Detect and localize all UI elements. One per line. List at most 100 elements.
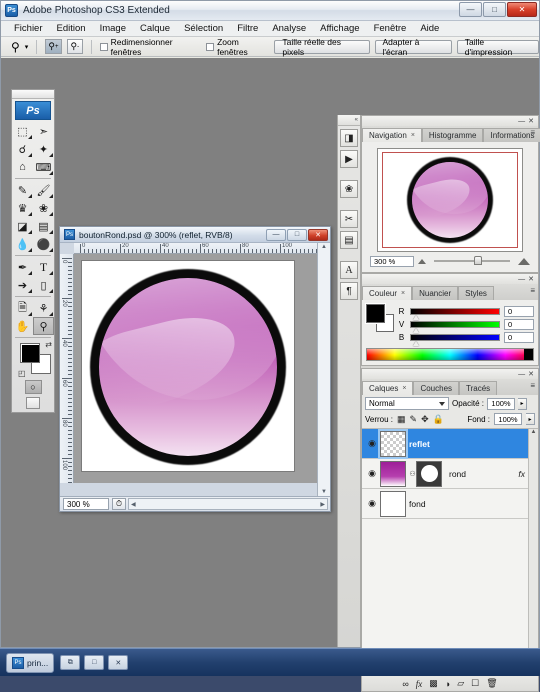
- brushes-icon[interactable]: ❀: [340, 180, 358, 198]
- color-channel-b-slider[interactable]: [410, 334, 500, 346]
- navigator-zoom-out-icon[interactable]: [418, 258, 426, 264]
- layer-visibility-icon[interactable]: ◉: [364, 438, 380, 449]
- minimize-button[interactable]: —: [459, 2, 482, 17]
- magic-wand-tool-icon[interactable]: ✦: [33, 140, 54, 158]
- document-minimize-button[interactable]: —: [266, 228, 286, 241]
- table-row[interactable]: ◉ reflet: [362, 428, 538, 459]
- menu-image[interactable]: Image: [93, 22, 133, 35]
- tab-navigation[interactable]: Navigation ×: [362, 128, 422, 142]
- link-layers-icon[interactable]: ∞: [402, 679, 408, 689]
- path-selection-tool-icon[interactable]: ➔: [12, 276, 33, 294]
- color-panel-foreground-swatch[interactable]: [365, 303, 386, 324]
- menu-affichage[interactable]: Affichage: [313, 22, 366, 35]
- standard-screen-mode-icon[interactable]: [26, 397, 40, 409]
- color-panel-menu-icon[interactable]: ≡: [530, 286, 535, 295]
- layer-thumbnail[interactable]: [380, 460, 406, 487]
- layer-mask-link-icon[interactable]: ⚇: [409, 470, 416, 478]
- tool-presets-icon[interactable]: ✂: [340, 210, 358, 228]
- lock-image-pixels-icon[interactable]: ✎: [410, 414, 418, 425]
- navigator-view-box[interactable]: [382, 152, 518, 248]
- tab-histogramme[interactable]: Histogramme: [421, 128, 484, 142]
- layer-thumbnail[interactable]: [380, 490, 406, 517]
- toolbox-drag-handle[interactable]: [12, 90, 54, 99]
- tab-nuancier[interactable]: Nuancier: [412, 286, 459, 300]
- zoom-tool-icon[interactable]: ⚲: [11, 40, 20, 54]
- clone-stamp-tool-icon[interactable]: ♛: [12, 199, 33, 217]
- document-horizontal-scrollbar[interactable]: ◀ ▶: [128, 498, 328, 510]
- pen-tool-icon[interactable]: ✒: [12, 258, 33, 276]
- blend-mode-select[interactable]: Normal: [365, 397, 449, 410]
- eyedropper-tool-icon[interactable]: ⚘: [33, 299, 54, 317]
- tab-couleur[interactable]: Couleur ×: [362, 286, 413, 300]
- scroll-up-arrow-icon[interactable]: ▲: [321, 244, 327, 250]
- tab-couches[interactable]: Couches: [413, 381, 460, 395]
- layers-scrollbar[interactable]: ▲ ▼: [528, 429, 538, 675]
- layer-style-icon[interactable]: fx: [416, 679, 423, 689]
- color-minimize-icon[interactable]: —: [518, 276, 525, 283]
- default-colors-icon[interactable]: ◰: [18, 369, 26, 378]
- menu-fichier[interactable]: Fichier: [7, 22, 50, 35]
- fill-stepper[interactable]: ▸: [526, 413, 535, 425]
- document-info-icon[interactable]: ⏱: [112, 498, 126, 510]
- menu-selection[interactable]: Sélection: [177, 22, 230, 35]
- tab-traces[interactable]: Tracés: [459, 381, 498, 395]
- swap-colors-icon[interactable]: ⇄: [45, 340, 52, 349]
- maximize-button[interactable]: □: [483, 2, 506, 17]
- navigator-zoom-slider-knob[interactable]: [473, 256, 482, 265]
- bridge-icon[interactable]: ◨: [340, 129, 358, 147]
- history-brush-tool-icon[interactable]: ❀: [33, 199, 54, 217]
- shape-tool-icon[interactable]: ▯: [33, 276, 54, 294]
- lock-transparent-pixels-icon[interactable]: ▦: [397, 414, 406, 425]
- gradient-tool-icon[interactable]: ▤: [33, 217, 54, 235]
- document-zoom-field[interactable]: 300 %: [63, 498, 109, 510]
- lock-all-icon[interactable]: 🔒: [433, 414, 444, 425]
- eraser-tool-icon[interactable]: ◪: [12, 217, 33, 235]
- color-channel-v-value[interactable]: 0: [504, 319, 534, 330]
- fit-screen-button[interactable]: Adapter à l'écran: [374, 37, 452, 57]
- horizontal-ruler[interactable]: 0 20 40 60 80 100: [74, 243, 317, 254]
- document-canvas[interactable]: [81, 260, 295, 472]
- tab-calques-close-icon[interactable]: ×: [402, 385, 406, 392]
- document-close-button[interactable]: ✕: [308, 228, 328, 241]
- table-row[interactable]: ◉ ⚇ rond fx: [362, 459, 538, 489]
- layers-close-icon[interactable]: ✕: [528, 370, 534, 378]
- layer-name[interactable]: rond: [449, 469, 466, 479]
- tool-preset-caret-icon[interactable]: ▾: [25, 43, 29, 51]
- opacity-value[interactable]: 100%: [487, 397, 516, 410]
- tab-styles[interactable]: Styles: [458, 286, 494, 300]
- foreground-color-swatch[interactable]: [20, 343, 40, 363]
- navigator-zoom-in-icon[interactable]: [518, 257, 530, 265]
- layer-comps-icon[interactable]: ▤: [340, 231, 358, 249]
- type-tool-icon[interactable]: T: [33, 258, 54, 276]
- animation-icon[interactable]: ▶: [340, 150, 358, 168]
- document-vertical-scrollbar[interactable]: ▲ ▼: [317, 243, 330, 496]
- taskbar-close-button[interactable]: ✕: [108, 655, 129, 670]
- color-spectrum-ramp[interactable]: [366, 348, 534, 361]
- layers-minimize-icon[interactable]: —: [518, 371, 525, 378]
- navigator-minimize-icon[interactable]: —: [518, 118, 525, 125]
- scroll-down-arrow-icon[interactable]: ▼: [321, 489, 327, 495]
- color-close-icon[interactable]: ✕: [528, 275, 534, 283]
- layers-scroll-up-icon[interactable]: ▲: [531, 429, 537, 435]
- slice-tool-icon[interactable]: ⌨: [33, 158, 54, 176]
- notes-tool-icon[interactable]: 🗎: [12, 299, 33, 317]
- lasso-tool-icon[interactable]: ☌: [12, 140, 33, 158]
- blend-mode-caret-icon[interactable]: [439, 402, 445, 406]
- menu-aide[interactable]: Aide: [413, 22, 446, 35]
- navigator-zoom-field[interactable]: 300 %: [370, 255, 414, 267]
- lock-position-icon[interactable]: ✥: [421, 414, 429, 425]
- dock-collapse-button[interactable]: «: [338, 115, 360, 126]
- menu-calque[interactable]: Calque: [133, 22, 177, 35]
- move-tool-icon[interactable]: ➣: [33, 122, 54, 140]
- menu-edition[interactable]: Edition: [50, 22, 93, 35]
- character-icon[interactable]: A: [340, 261, 358, 279]
- scroll-right-arrow-icon[interactable]: ▶: [320, 501, 325, 508]
- opacity-stepper[interactable]: ▸: [518, 397, 528, 410]
- navigator-thumbnail[interactable]: [377, 148, 523, 252]
- layer-mask-thumbnail[interactable]: [416, 460, 442, 487]
- layer-visibility-icon[interactable]: ◉: [364, 468, 380, 479]
- actual-pixels-button[interactable]: Taille réelle des pixels: [274, 37, 370, 57]
- dodge-tool-icon[interactable]: ⚫: [33, 235, 54, 253]
- color-channel-v-knob[interactable]: [413, 328, 419, 333]
- print-size-button[interactable]: Taille d'impression: [456, 37, 539, 57]
